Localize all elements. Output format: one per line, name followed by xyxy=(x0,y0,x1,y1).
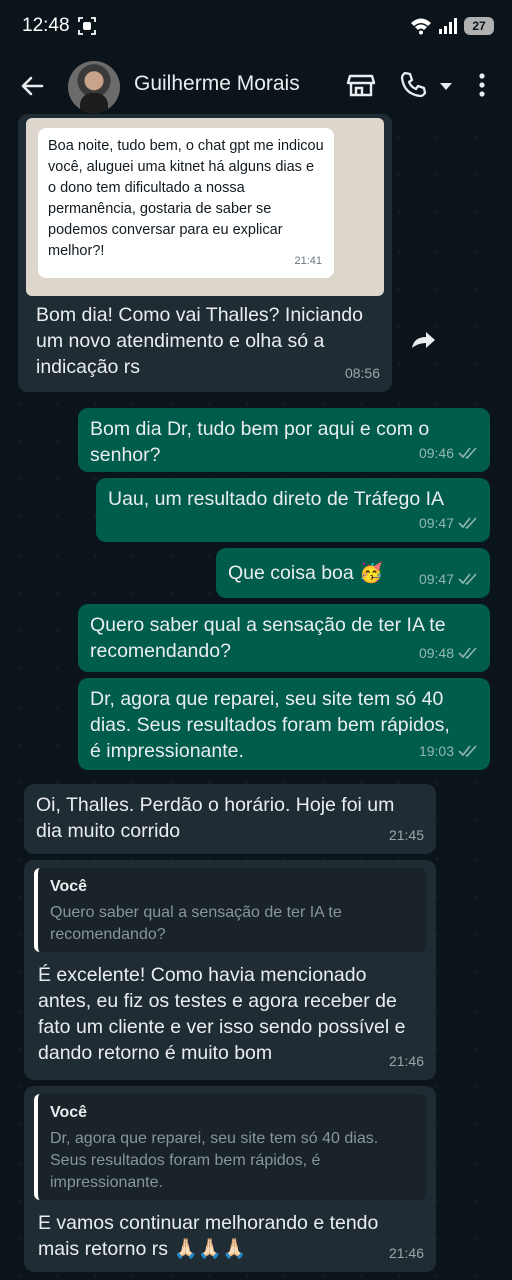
quoted-author: Você xyxy=(50,1104,88,1121)
message-text: É excelente! Como havia mencionado antes… xyxy=(38,964,406,1064)
status-time: 12:48 xyxy=(22,15,70,36)
status-bar: 12:48 27 xyxy=(0,0,512,52)
message-bubble-incoming[interactable]: Oi, Thalles. Perdão o horário. Hoje foi … xyxy=(24,784,436,854)
message-text: Bom dia Dr, tudo bem por aqui e com o se… xyxy=(90,418,430,466)
more-options-icon[interactable] xyxy=(470,70,494,100)
quoted-author: Você xyxy=(50,878,88,895)
message-bubble-outgoing[interactable]: Quero saber qual a sensação de ter IA te… xyxy=(78,604,490,672)
quoted-message[interactable]: Você Quero saber qual a sensação de ter … xyxy=(34,868,426,952)
double-check-icon xyxy=(458,447,477,459)
chat-area[interactable]: Boa noite, tudo bem, o chat gpt me indic… xyxy=(0,114,512,1280)
phone-icon[interactable] xyxy=(398,70,428,100)
message-text: Bom dia! Como vai Thalles? Iniciando um … xyxy=(36,304,363,378)
message-time: 09:46 xyxy=(418,445,454,461)
signal-icon xyxy=(439,18,457,34)
battery-indicator: 27 xyxy=(464,17,494,35)
message-bubble-incoming[interactable]: Você Dr, agora que reparei, seu site tem… xyxy=(24,1086,436,1272)
wifi-icon xyxy=(411,18,431,35)
message-bubble-outgoing[interactable]: Que coisa boa 🥳 09:47 xyxy=(216,548,490,598)
store-icon[interactable] xyxy=(346,70,376,100)
message-bubble-outgoing[interactable]: Bom dia Dr, tudo bem por aqui e com o se… xyxy=(78,408,490,472)
double-check-icon xyxy=(458,517,477,529)
message-time: 09:48 xyxy=(418,645,454,661)
message-status: 09:48 xyxy=(419,640,478,666)
quoted-text: Quero saber qual a sensação de ter IA te… xyxy=(50,904,342,943)
message-status: 09:47 xyxy=(419,510,478,536)
double-check-icon xyxy=(458,745,477,757)
back-arrow-icon[interactable] xyxy=(18,72,46,100)
double-check-icon xyxy=(458,573,477,585)
dropdown-icon[interactable] xyxy=(436,70,456,100)
forward-icon[interactable] xyxy=(408,328,440,352)
message-status: 09:47 xyxy=(419,566,478,592)
message-time: 21:46 xyxy=(388,1245,424,1261)
message-status: 09:46 xyxy=(419,440,478,466)
quoted-message[interactable]: Você Dr, agora que reparei, seu site tem… xyxy=(34,1094,426,1200)
message-text: Dr, agora que reparei, seu site tem só 4… xyxy=(90,688,450,762)
forwarded-screenshot[interactable]: Boa noite, tudo bem, o chat gpt me indic… xyxy=(26,118,384,296)
message-time: 19:03 xyxy=(418,743,454,759)
message-text: Que coisa boa 🥳 xyxy=(228,562,384,584)
chat-header: Guilherme Morais xyxy=(0,52,512,118)
contact-name[interactable]: Guilherme Morais xyxy=(134,72,300,96)
message-bubble-outgoing[interactable]: Uau, um resultado direto de Tráfego IA 0… xyxy=(96,478,490,542)
double-check-icon xyxy=(458,647,477,659)
message-bubble-incoming[interactable]: Você Quero saber qual a sensação de ter … xyxy=(24,860,436,1080)
message-time: 08:56 xyxy=(344,365,380,381)
message-status: 19:03 xyxy=(419,738,478,764)
message-bubble-outgoing[interactable]: Dr, agora que reparei, seu site tem só 4… xyxy=(78,678,490,770)
message-time: 21:45 xyxy=(388,827,424,843)
message-time: 21:46 xyxy=(388,1053,424,1069)
quoted-text: Dr, agora que reparei, seu site tem só 4… xyxy=(50,1130,379,1191)
screenshot-message: Boa noite, tudo bem, o chat gpt me indic… xyxy=(38,128,334,278)
screenshot-time: 21:41 xyxy=(294,255,322,267)
message-time: 09:47 xyxy=(418,515,454,531)
screenshot-text: Boa noite, tudo bem, o chat gpt me indic… xyxy=(48,138,324,259)
message-text: Oi, Thalles. Perdão o horário. Hoje foi … xyxy=(36,794,395,842)
message-time: 09:47 xyxy=(418,571,454,587)
contact-avatar[interactable] xyxy=(68,61,120,113)
message-bubble-incoming[interactable]: Boa noite, tudo bem, o chat gpt me indic… xyxy=(18,114,392,392)
screen-capture-icon xyxy=(78,17,96,35)
message-text: E vamos continuar melhorando e tendo mai… xyxy=(38,1212,379,1260)
message-text: Uau, um resultado direto de Tráfego IA xyxy=(108,488,445,510)
status-indicators: 27 xyxy=(410,15,494,37)
